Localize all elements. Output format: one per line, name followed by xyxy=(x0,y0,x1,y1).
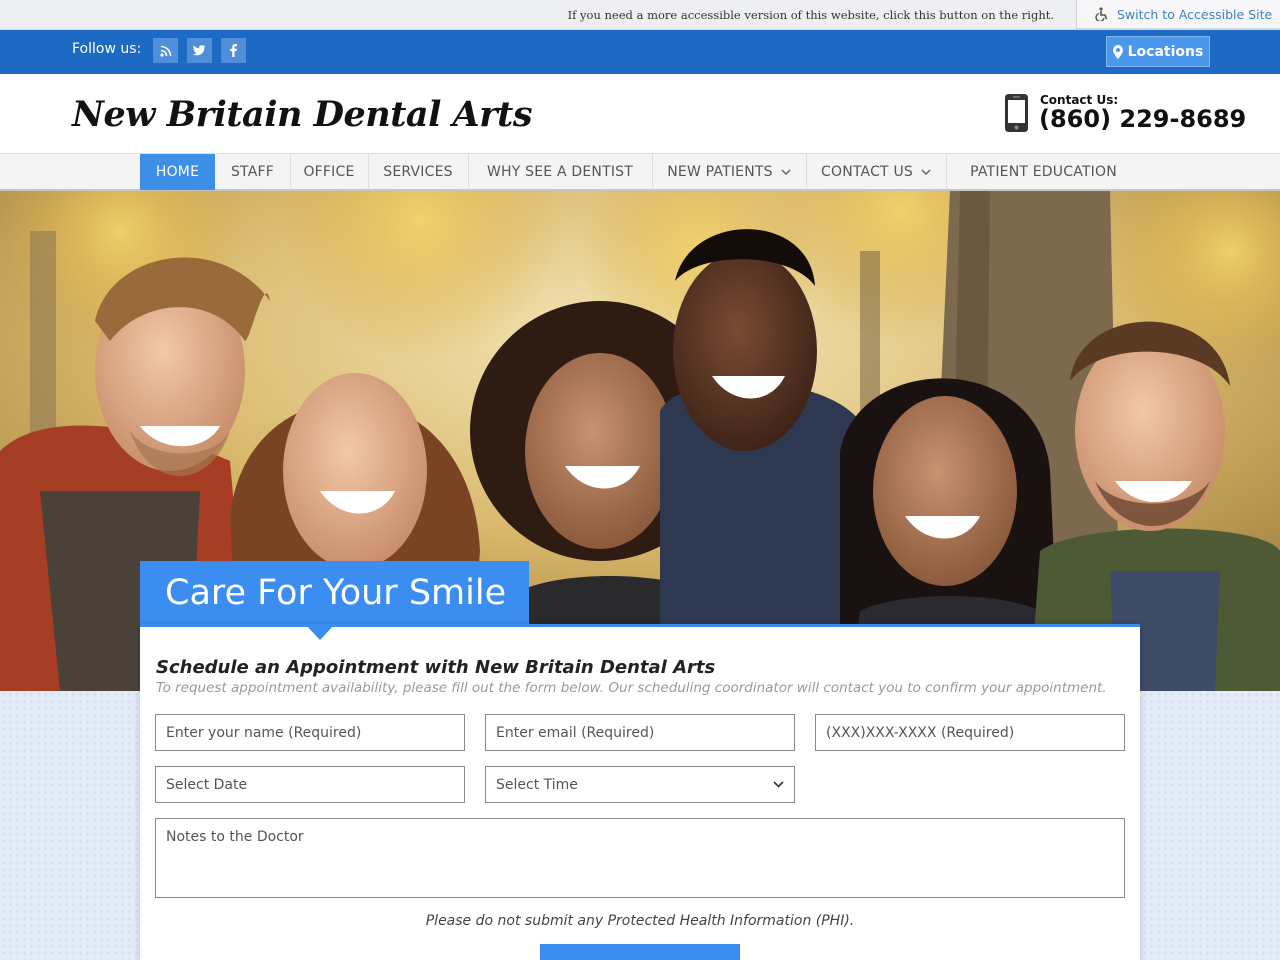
date-placeholder: Select Date xyxy=(166,776,248,793)
chevron-down-icon xyxy=(773,781,784,788)
nav-item-services[interactable]: SERVICES xyxy=(368,154,468,190)
accessible-site-button[interactable]: Switch to Accessible Site xyxy=(1076,0,1280,29)
map-pin-icon xyxy=(1112,44,1123,59)
nav-item-new-patients[interactable]: NEW PATIENTS xyxy=(652,154,806,190)
nav-label: PATIENT EDUCATION xyxy=(970,164,1117,180)
site-header: New Britain Dental Arts Contact Us: (860… xyxy=(0,74,1280,154)
phone-input[interactable]: (XXX)XXX-XXXX (Required) xyxy=(815,714,1125,751)
locations-button[interactable]: Locations xyxy=(1106,36,1210,67)
nav-label: WHY SEE A DENTIST xyxy=(486,164,634,180)
phone-number[interactable]: (860) 229-8689 xyxy=(1039,105,1246,133)
email-placeholder: Enter email (Required) xyxy=(496,724,655,741)
main-nav: HOME STAFF OFFICE SERVICES WHY SEE A DEN… xyxy=(0,153,1280,191)
locations-label: Locations xyxy=(1127,43,1204,60)
site-logo[interactable]: New Britain Dental Arts xyxy=(72,94,533,135)
twitter-icon[interactable] xyxy=(187,38,212,63)
email-input[interactable]: Enter email (Required) xyxy=(485,714,795,751)
nav-label: CONTACT US xyxy=(821,164,913,180)
nav-item-office[interactable]: OFFICE xyxy=(290,154,368,190)
accessibility-bar: If you need a more accessible version of… xyxy=(0,0,1280,30)
name-input[interactable]: Enter your name (Required) xyxy=(155,714,465,751)
facebook-icon[interactable] xyxy=(221,38,246,63)
nav-label: HOME xyxy=(155,164,200,180)
nav-item-patient-education[interactable]: PATIENT EDUCATION xyxy=(946,154,1141,190)
notes-textarea[interactable]: Notes to the Doctor xyxy=(155,818,1125,898)
date-input[interactable]: Select Date xyxy=(155,766,465,803)
nav-item-home[interactable]: HOME xyxy=(140,154,215,190)
submit-button[interactable] xyxy=(540,944,740,960)
nav-label: NEW PATIENTS xyxy=(667,164,773,180)
tab-pointer xyxy=(305,624,335,640)
nav-label: SERVICES xyxy=(383,164,453,180)
appointment-form-panel: Schedule an Appointment with New Britain… xyxy=(140,624,1140,960)
notes-placeholder: Notes to the Doctor xyxy=(166,829,304,845)
form-heading: Schedule an Appointment with New Britain… xyxy=(156,657,716,678)
follow-us-label: Follow us: xyxy=(72,41,142,57)
form-subheading: To request appointment availability, ple… xyxy=(156,680,1107,696)
wheelchair-icon xyxy=(1095,7,1108,21)
nav-item-staff[interactable]: STAFF xyxy=(215,154,290,190)
chevron-down-icon xyxy=(921,169,931,175)
phi-notice: Please do not submit any Protected Healt… xyxy=(425,913,855,929)
hero-tab-title: Care For Your Smile xyxy=(140,561,529,625)
nav-label: OFFICE xyxy=(303,164,355,180)
nav-label: STAFF xyxy=(230,164,275,180)
phone-placeholder: (XXX)XXX-XXXX (Required) xyxy=(826,724,1015,741)
nav-item-why-see-a-dentist[interactable]: WHY SEE A DENTIST xyxy=(468,154,652,190)
accessible-site-label: Switch to Accessible Site xyxy=(1117,6,1273,22)
accessibility-message: If you need a more accessible version of… xyxy=(567,8,1054,22)
nav-item-contact-us[interactable]: CONTACT US xyxy=(806,154,946,190)
chevron-down-icon xyxy=(781,169,791,175)
name-placeholder: Enter your name (Required) xyxy=(166,724,362,741)
time-placeholder: Select Time xyxy=(496,776,578,793)
rss-icon[interactable] xyxy=(153,38,178,63)
mobile-phone-icon xyxy=(1005,94,1028,132)
time-select[interactable]: Select Time xyxy=(485,766,795,803)
social-bar: Follow us: Locations xyxy=(0,30,1280,74)
